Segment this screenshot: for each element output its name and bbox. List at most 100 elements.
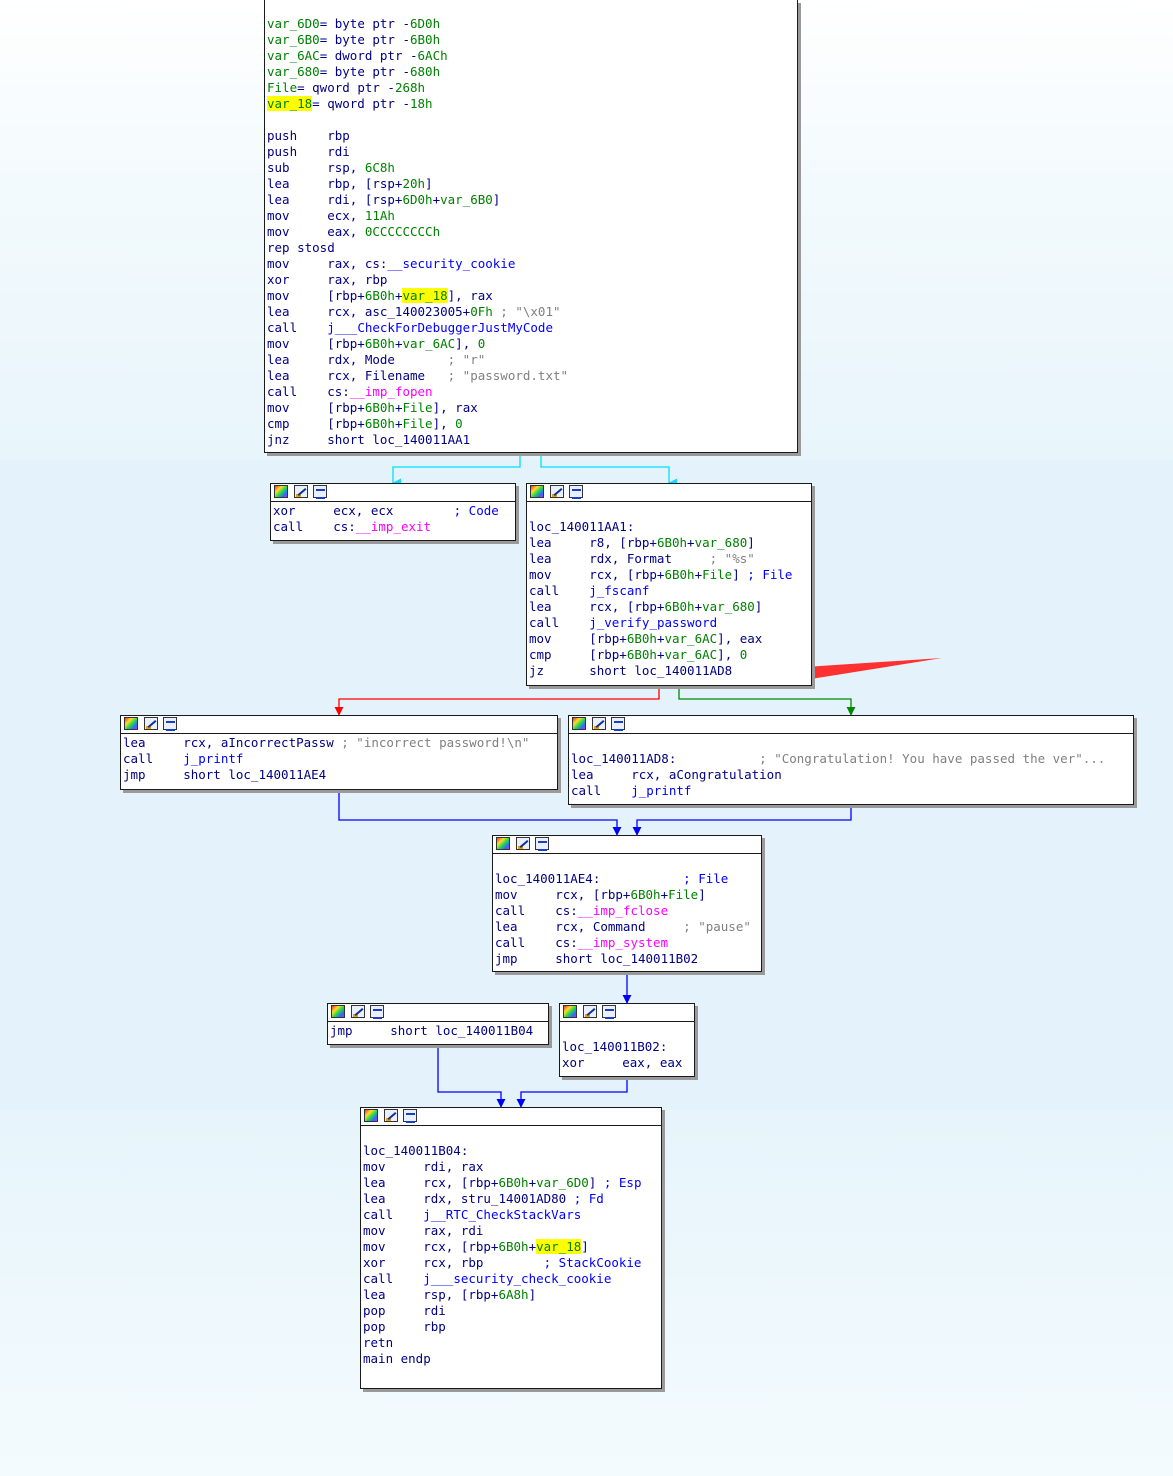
asm-line[interactable]: xor eax, eax xyxy=(562,1055,692,1071)
asm-line[interactable]: mov [rbp+6B0h+File], rax xyxy=(267,400,795,416)
asm-line[interactable]: call j__RTC_CheckStackVars xyxy=(363,1207,659,1223)
node-graph-icon[interactable] xyxy=(611,717,625,731)
asm-line[interactable]: lea rcx, [rbp+6B0h+var_680] xyxy=(529,599,809,615)
asm-line[interactable]: push rbp xyxy=(267,128,795,144)
asm-line[interactable]: call j_fscanf xyxy=(529,583,809,599)
asm-line[interactable]: jz short loc_140011AD8 xyxy=(529,663,809,679)
node-edit-icon[interactable] xyxy=(592,717,606,730)
block-loc-140011ae4[interactable]: loc_140011AE4: ; File mov rcx, [rbp+6B0h+… xyxy=(492,835,762,972)
asm-line[interactable]: mov [rbp+6B0h+var_6AC], 0 xyxy=(267,336,795,352)
node-color-icon[interactable] xyxy=(124,717,138,730)
asm-line[interactable]: cmp [rbp+6B0h+var_6AC], 0 xyxy=(529,647,809,663)
asm-line[interactable]: mov rcx, [rbp+6B0h+var_18] xyxy=(363,1239,659,1255)
asm-line[interactable]: mov [rbp+6B0h+var_18], rax xyxy=(267,288,795,304)
asm-line[interactable]: lea rcx, [rbp+6B0h+var_6D0] ; Esp xyxy=(363,1175,659,1191)
asm-line[interactable]: jmp short loc_140011AE4 xyxy=(123,767,555,783)
asm-line[interactable]: var_6D0= byte ptr -6D0h xyxy=(267,16,795,32)
asm-line[interactable]: lea rcx, Command ; "pause" xyxy=(495,919,759,935)
asm-line[interactable]: loc_140011AE4: ; File xyxy=(495,871,759,887)
node-graph-icon[interactable] xyxy=(313,485,327,499)
asm-line[interactable]: lea rdx, Mode ; "r" xyxy=(267,352,795,368)
asm-line[interactable]: loc_140011B02: xyxy=(562,1039,692,1055)
asm-line[interactable]: retn xyxy=(363,1335,659,1351)
asm-line[interactable]: call j___security_check_cookie xyxy=(363,1271,659,1287)
asm-line[interactable]: mov rdi, rax xyxy=(363,1159,659,1175)
node-edit-icon[interactable] xyxy=(351,1005,365,1018)
node-color-icon[interactable] xyxy=(364,1109,378,1122)
asm-line[interactable]: lea rcx, asc_140023005+0Fh ; "\x01" xyxy=(267,304,795,320)
node-edit-icon[interactable] xyxy=(294,485,308,498)
node-color-icon[interactable] xyxy=(530,485,544,498)
block-loc-140011b04[interactable]: loc_140011B04: mov rdi, rax lea rcx, [rbp+… xyxy=(360,1107,662,1389)
asm-line[interactable]: mov rax, cs:__security_cookie xyxy=(267,256,795,272)
node-graph-icon[interactable] xyxy=(535,837,549,851)
node-edit-icon[interactable] xyxy=(144,717,158,730)
asm-line[interactable]: pop rbp xyxy=(363,1319,659,1335)
asm-line[interactable]: lea rdx, stru_14001AD80 ; Fd xyxy=(363,1191,659,1207)
asm-line[interactable]: lea rdx, Format ; "%s" xyxy=(529,551,809,567)
block-jmp-b04[interactable]: jmp short loc_140011B04 xyxy=(327,1003,549,1045)
asm-line[interactable]: mov rcx, [rbp+6B0h+File] ; File xyxy=(529,567,809,583)
asm-line[interactable]: var_680= byte ptr -680h xyxy=(267,64,795,80)
node-graph-icon[interactable] xyxy=(163,717,177,731)
asm-line[interactable]: jnz short loc_140011AA1 xyxy=(267,432,795,448)
node-color-icon[interactable] xyxy=(331,1005,345,1018)
asm-line[interactable]: lea rcx, aIncorrectPassw ; "incorrect pa… xyxy=(123,735,555,751)
asm-line[interactable]: jmp short loc_140011B02 xyxy=(495,951,759,967)
node-graph-icon[interactable] xyxy=(370,1005,384,1019)
asm-line[interactable]: loc_140011AD8: ; "Congratulation! You ha… xyxy=(571,751,1131,767)
node-edit-icon[interactable] xyxy=(516,837,530,850)
node-edit-icon[interactable] xyxy=(550,485,564,498)
asm-line[interactable]: jmp short loc_140011B04 xyxy=(330,1023,546,1039)
asm-line[interactable]: lea rsp, [rbp+6A8h] xyxy=(363,1287,659,1303)
asm-line[interactable]: lea r8, [rbp+6B0h+var_680] xyxy=(529,535,809,551)
asm-line[interactable]: File= qword ptr -268h xyxy=(267,80,795,96)
asm-line[interactable]: mov ecx, 11Ah xyxy=(267,208,795,224)
node-color-icon[interactable] xyxy=(572,717,586,730)
asm-line[interactable]: xor rcx, rbp ; StackCookie xyxy=(363,1255,659,1271)
asm-line[interactable]: main endp xyxy=(363,1351,659,1367)
asm-line[interactable]: call j_printf xyxy=(123,751,555,767)
asm-line[interactable]: push rdi xyxy=(267,144,795,160)
block-main[interactable]: var_6D0= byte ptr -6D0h var_6B0= byte ptr… xyxy=(264,0,798,453)
asm-line[interactable]: call cs:__imp_fopen xyxy=(267,384,795,400)
asm-line[interactable]: loc_140011AA1: xyxy=(529,519,809,535)
asm-line[interactable]: lea rdi, [rsp+6D0h+var_6B0] xyxy=(267,192,795,208)
asm-line[interactable]: call cs:__imp_exit xyxy=(273,519,513,535)
asm-line[interactable]: rep stosd xyxy=(267,240,795,256)
asm-line[interactable]: loc_140011B04: xyxy=(363,1143,659,1159)
asm-line[interactable]: call j___CheckForDebuggerJustMyCode xyxy=(267,320,795,336)
asm-line[interactable]: pop rdi xyxy=(363,1303,659,1319)
asm-line[interactable]: call cs:__imp_fclose xyxy=(495,903,759,919)
asm-line[interactable]: sub rsp, 6C8h xyxy=(267,160,795,176)
asm-line[interactable]: var_18= qword ptr -18h xyxy=(267,96,795,112)
node-graph-icon[interactable] xyxy=(569,485,583,499)
asm-line[interactable]: xor rax, rbp xyxy=(267,272,795,288)
block-loc-140011aa1[interactable]: loc_140011AA1: lea r8, [rbp+6B0h+var_680]… xyxy=(526,483,812,686)
asm-line[interactable]: call cs:__imp_system xyxy=(495,935,759,951)
node-graph-icon[interactable] xyxy=(403,1109,417,1123)
asm-line[interactable]: mov rax, rdi xyxy=(363,1223,659,1239)
block-incorrect-password[interactable]: lea rcx, aIncorrectPassw ; "incorrect pa… xyxy=(120,715,558,790)
node-color-icon[interactable] xyxy=(496,837,510,850)
node-graph-icon[interactable] xyxy=(602,1005,616,1019)
node-color-icon[interactable] xyxy=(563,1005,577,1018)
asm-line[interactable]: lea rcx, Filename ; "password.txt" xyxy=(267,368,795,384)
asm-line[interactable]: xor ecx, ecx ; Code xyxy=(273,503,513,519)
asm-line[interactable]: mov rcx, [rbp+6B0h+File] xyxy=(495,887,759,903)
asm-line[interactable]: var_6B0= byte ptr -6B0h xyxy=(267,32,795,48)
node-edit-icon[interactable] xyxy=(384,1109,398,1122)
asm-line[interactable]: mov [rbp+6B0h+var_6AC], eax xyxy=(529,631,809,647)
asm-line[interactable]: lea rcx, aCongratulation xyxy=(571,767,1131,783)
asm-line[interactable]: call j_printf xyxy=(571,783,1131,799)
asm-line[interactable]: cmp [rbp+6B0h+File], 0 xyxy=(267,416,795,432)
asm-line[interactable]: lea rbp, [rsp+20h] xyxy=(267,176,795,192)
asm-line[interactable]: mov eax, 0CCCCCCCCh xyxy=(267,224,795,240)
asm-line[interactable]: var_6AC= dword ptr -6ACh xyxy=(267,48,795,64)
block-loc-140011b02[interactable]: loc_140011B02: xor eax, eax xyxy=(559,1003,695,1077)
node-color-icon[interactable] xyxy=(274,485,288,498)
block-loc-140011ad8[interactable]: loc_140011AD8: ; "Congratulation! You ha… xyxy=(568,715,1134,805)
node-edit-icon[interactable] xyxy=(583,1005,597,1018)
asm-line[interactable]: call j_verify_password xyxy=(529,615,809,631)
block-exit[interactable]: xor ecx, ecx ; Code call cs:__imp_exit xyxy=(270,483,516,541)
